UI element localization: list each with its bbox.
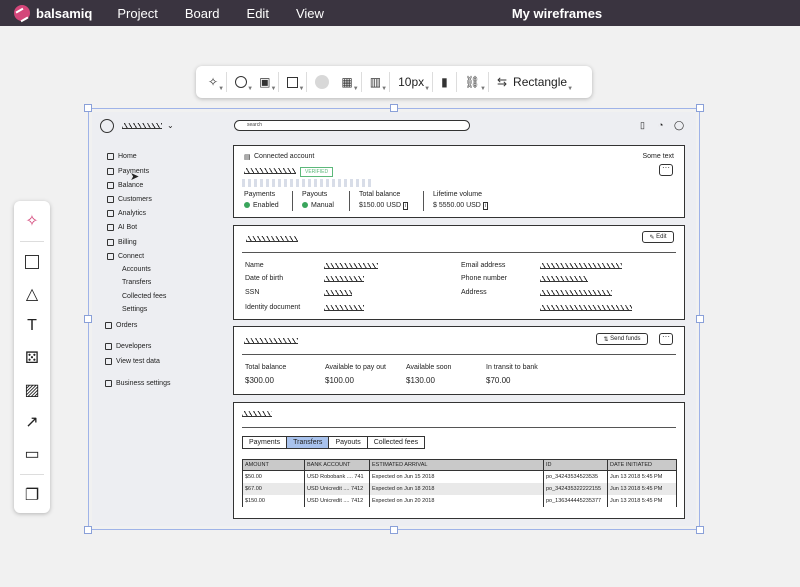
border-button[interactable]: ▼ — [281, 70, 304, 94]
resize-handle-top-left[interactable] — [84, 104, 92, 112]
font-size-value: 10px — [398, 75, 425, 89]
resize-handle-bottom-left[interactable] — [84, 526, 92, 534]
arrow-icon[interactable]: ↗ — [18, 408, 46, 436]
shapes-icon[interactable]: △ — [18, 280, 46, 308]
shape-swap-button[interactable]: ⇆ Rectangle ▼ — [491, 70, 573, 94]
comment-icon[interactable]: ▭ — [18, 440, 46, 468]
resize-handle-top[interactable] — [390, 104, 398, 112]
menu-view[interactable]: View — [296, 6, 324, 21]
resize-handle-right[interactable] — [696, 315, 704, 323]
sparkle-icon: ✧ — [208, 75, 219, 89]
align-button[interactable]: ▮ — [435, 70, 454, 94]
menu-project[interactable]: Project — [117, 6, 157, 21]
rectangle-icon[interactable] — [18, 248, 46, 276]
text-icon[interactable]: T — [18, 312, 46, 340]
selection-box — [88, 108, 700, 530]
circle-dashed-icon — [235, 76, 248, 88]
fill-color-icon — [315, 75, 330, 89]
image-icon[interactable]: ▨ — [18, 376, 46, 404]
columns-icon: ▥ — [369, 75, 382, 89]
copy-icon[interactable]: ❐ — [18, 481, 46, 509]
border-icon — [287, 76, 299, 88]
layers-icon: ▣ — [259, 75, 271, 89]
resize-handle-bottom-right[interactable] — [696, 526, 704, 534]
ai-tools-button[interactable]: ✧ ▼ — [202, 70, 224, 94]
shape-label: Rectangle — [513, 75, 568, 89]
menu-board[interactable]: Board — [185, 6, 220, 21]
balsamiq-logo-icon — [14, 5, 30, 21]
link-icon: ⛓ — [464, 75, 480, 89]
swap-icon: ⇆ — [496, 75, 508, 89]
app-logo[interactable]: balsamiq — [14, 5, 92, 21]
top-bar: balsamiq Project Board Edit View My wire… — [0, 0, 800, 26]
components-icon[interactable]: ⚄ — [18, 344, 46, 372]
font-size-button[interactable]: 10px ▼ — [392, 70, 430, 94]
align-icon: ▮ — [441, 75, 448, 89]
resize-handle-top-right[interactable] — [696, 104, 704, 112]
ai-sparkle-icon[interactable]: ✧ — [18, 207, 46, 235]
menu-edit[interactable]: Edit — [247, 6, 269, 21]
arrange-button[interactable]: ▣ ▼ — [253, 70, 276, 94]
link-button[interactable]: ⛓ ▼ — [459, 70, 486, 94]
checker-icon: ▦ — [341, 75, 353, 89]
app-name: balsamiq — [36, 5, 93, 21]
document-title[interactable]: My wireframes — [512, 6, 602, 21]
sketch-style-button[interactable]: ▼ — [229, 70, 253, 94]
resize-handle-bottom[interactable] — [390, 526, 398, 534]
resize-handle-left[interactable] — [84, 315, 92, 323]
properties-toolbar: ✧ ▼ ▼ ▣ ▼ ▼ ▦ ▼ ▥ ▼ 10px ▼ ▮ ⛓ ▼ ⇆ Rectangle ▼ — [196, 66, 592, 98]
opacity-button[interactable]: ▦ ▼ — [335, 70, 358, 94]
fill-color-button[interactable] — [309, 70, 335, 94]
columns-button[interactable]: ▥ ▼ — [364, 70, 387, 94]
left-toolbar: ✧ △ T ⚄ ▨ ↗ ▭ ❐ — [14, 201, 50, 513]
